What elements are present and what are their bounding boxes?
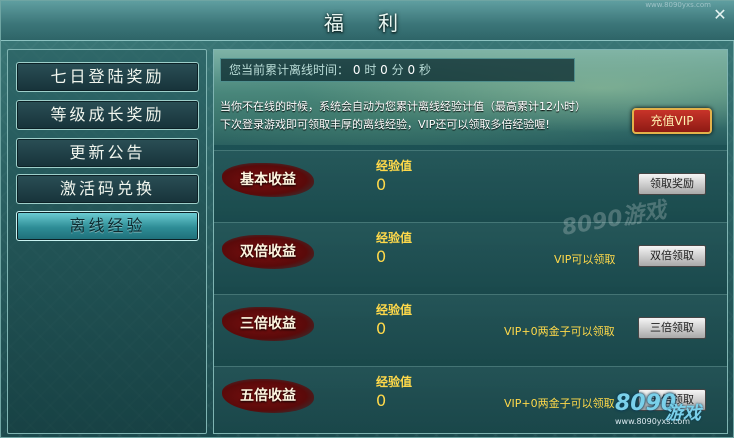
timer-prefix: 您当前累计离线时间： xyxy=(229,63,350,77)
site-link[interactable]: www.8090yxs.com xyxy=(645,1,711,9)
site-logo: 8090 游戏 www.8090yxs.com xyxy=(613,389,728,433)
exp-label: 经验值 xyxy=(376,303,413,317)
reward-row-triple: 三倍收益 经验值 0 VIP+0两金子可以领取 三倍领取 xyxy=(214,294,727,366)
sidebar-item-offline-exp[interactable]: 离线经验 xyxy=(16,211,199,241)
reward-row-double: 双倍收益 经验值 0 VIP可以领取 双倍领取 xyxy=(214,222,727,294)
reward-label: 双倍收益 xyxy=(222,235,314,269)
triple-claim-button[interactable]: 三倍领取 xyxy=(638,317,706,339)
condition-text: VIP+0两金子可以领取 xyxy=(504,325,615,338)
offline-description: 当你不在线的时候，系统会自动为您累计离线经验计值（最高累计12小时） 下次登录游… xyxy=(220,98,630,134)
welfare-window: 福 利 www.8090yxs.com ✕ 七日登陆奖励 等级成长奖励 更新公告… xyxy=(0,0,734,438)
description-line-2: 下次登录游戏即可领取丰厚的离线经验，VIP还可以领取多倍经验喔! xyxy=(220,118,550,131)
sidebar-item-seven-day-login[interactable]: 七日登陆奖励 xyxy=(16,62,199,92)
window-title: 福 利 xyxy=(323,11,413,35)
reward-label: 基本收益 xyxy=(222,163,314,197)
timer-seconds-unit: 秒 xyxy=(418,63,431,77)
sidebar-item-level-growth[interactable]: 等级成长奖励 xyxy=(16,100,199,130)
reward-label: 五倍收益 xyxy=(222,379,314,413)
exp-value: 0 xyxy=(376,247,387,266)
exp-label: 经验值 xyxy=(376,375,413,389)
offline-exp-panel: 您当前累计离线时间： 0 时 0 分 0 秒 当你不在线的时候，系统会自动为您累… xyxy=(213,49,728,434)
exp-value: 0 xyxy=(376,391,387,410)
recharge-vip-button[interactable]: 充值VIP xyxy=(632,108,712,134)
condition-text: VIP可以领取 xyxy=(554,253,616,266)
timer-minutes: 0 xyxy=(380,63,388,77)
timer-minutes-unit: 分 xyxy=(391,63,404,77)
close-button[interactable]: ✕ xyxy=(711,6,729,24)
exp-label: 经验值 xyxy=(376,159,413,173)
exp-value: 0 xyxy=(376,319,387,338)
description-line-1: 当你不在线的时候，系统会自动为您累计离线经验计值（最高累计12小时） xyxy=(220,100,586,113)
sidebar-item-activation-code[interactable]: 激活码兑换 xyxy=(16,174,199,204)
claim-reward-button[interactable]: 领取奖励 xyxy=(638,173,706,195)
timer-hours: 0 xyxy=(352,63,361,77)
close-icon: ✕ xyxy=(713,5,727,24)
sidebar: 七日登陆奖励 等级成长奖励 更新公告 激活码兑换 离线经验 xyxy=(7,49,207,434)
timer-hours-unit: 时 xyxy=(364,63,377,77)
title-bar: 福 利 www.8090yxs.com ✕ xyxy=(1,1,734,41)
offline-timer: 您当前累计离线时间： 0 时 0 分 0 秒 xyxy=(220,58,575,82)
reward-label: 三倍收益 xyxy=(222,307,314,341)
logo-url: www.8090yxs.com xyxy=(615,417,691,426)
exp-label: 经验值 xyxy=(376,231,413,245)
condition-text: VIP+0两金子可以领取 xyxy=(504,397,615,410)
exp-value: 0 xyxy=(376,175,387,194)
timer-seconds: 0 xyxy=(407,63,416,77)
banner: 您当前累计离线时间： 0 时 0 分 0 秒 当你不在线的时候，系统会自动为您累… xyxy=(214,50,727,145)
sidebar-item-update-notice[interactable]: 更新公告 xyxy=(16,138,199,168)
double-claim-button[interactable]: 双倍领取 xyxy=(638,245,706,267)
